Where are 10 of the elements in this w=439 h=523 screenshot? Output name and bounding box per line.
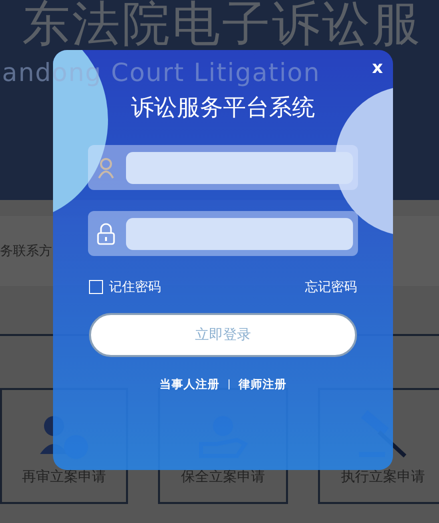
password-field[interactable] [88, 211, 358, 256]
dialog-title: 诉讼服务平台系统 [131, 94, 315, 123]
contact-label: 务联系方 [0, 243, 52, 260]
forgot-password-link[interactable]: 忘记密码 [305, 278, 357, 296]
user-icon [96, 156, 116, 178]
remember-checkbox[interactable]: 记住密码 [89, 278, 161, 296]
close-button[interactable]: x [370, 58, 385, 78]
username-field[interactable] [88, 145, 358, 190]
separator: | [227, 379, 231, 390]
lock-icon [96, 222, 116, 244]
